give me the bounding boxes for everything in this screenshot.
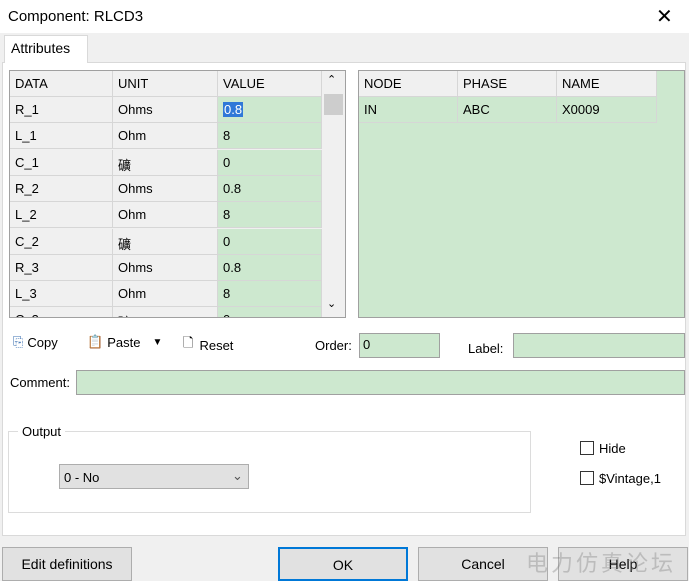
- column-header[interactable]: PHASE: [458, 71, 557, 97]
- hide-label: Hide: [599, 441, 626, 456]
- window-title: Component: RLCD3: [8, 8, 144, 25]
- column-header[interactable]: NAME: [557, 71, 657, 97]
- table-cell: Ohm: [113, 123, 218, 150]
- table-cell[interactable]: IN: [359, 97, 458, 123]
- table-cell: L_3: [10, 281, 113, 308]
- tab-attributes[interactable]: Attributes: [4, 35, 88, 63]
- edit-definitions-button[interactable]: Edit definitions: [2, 547, 132, 581]
- dropdown-arrow-icon[interactable]: ▼: [152, 337, 162, 348]
- column-header[interactable]: DATA: [10, 71, 113, 97]
- table-cell: 礦: [113, 307, 218, 317]
- column-header[interactable]: UNIT: [113, 71, 218, 97]
- ok-button[interactable]: OK: [278, 547, 408, 581]
- scroll-up-icon[interactable]: ⌃: [327, 73, 336, 86]
- selected-text[interactable]: 0.8: [223, 102, 244, 117]
- table-cell: Ohms: [113, 254, 218, 281]
- value-cell[interactable]: 0: [218, 149, 322, 176]
- table-cell[interactable]: ABC: [458, 97, 557, 123]
- column-header[interactable]: NODE: [359, 71, 458, 97]
- table-cell[interactable]: X0009: [557, 97, 657, 123]
- value-cell[interactable]: 0.8: [218, 97, 322, 123]
- table-cell: 礦: [113, 149, 218, 176]
- scroll-down-icon[interactable]: ⌄: [327, 297, 336, 310]
- copy-icon: ⎘: [13, 334, 24, 349]
- label-input[interactable]: [513, 333, 685, 358]
- value-cell[interactable]: 8: [218, 202, 322, 229]
- grid-scrollbar[interactable]: ⌃ ⌄: [322, 71, 345, 317]
- value-cell[interactable]: 0.8: [218, 175, 322, 202]
- paste-icon: 📋: [87, 334, 104, 349]
- hide-checkbox[interactable]: [580, 441, 594, 455]
- label-label: Label:: [468, 341, 504, 356]
- table-cell: Ohms: [113, 175, 218, 202]
- comment-label: Comment:: [10, 375, 70, 390]
- table-cell: L_1: [10, 123, 113, 150]
- value-cell[interactable]: 0: [218, 228, 322, 255]
- output-select[interactable]: 0 - No ⌄: [59, 464, 249, 489]
- output-legend: Output: [18, 424, 66, 439]
- help-button[interactable]: Help: [558, 547, 688, 581]
- table-cell: 礦: [113, 228, 218, 255]
- table-cell: R_1: [10, 97, 113, 123]
- table-cell: C_1: [10, 149, 113, 176]
- node-grid[interactable]: NODE PHASE NAME IN ABC X0009: [358, 70, 685, 318]
- close-icon[interactable]: ✕: [656, 4, 673, 29]
- order-input[interactable]: 0: [359, 333, 440, 358]
- copy-button[interactable]: ⎘ Copy: [13, 334, 58, 350]
- value-cell[interactable]: 8: [218, 123, 322, 150]
- vintage-label: $Vintage,1: [599, 471, 661, 486]
- scroll-thumb[interactable]: [324, 94, 343, 115]
- document-icon: 🗋: [183, 335, 194, 350]
- value-cell[interactable]: 0.8: [218, 254, 322, 281]
- data-grid[interactable]: DATA UNIT VALUE R_1 Ohms 0.8 L_1 Ohm 8 C_1 礦 0 R_2 Oh…: [9, 70, 346, 318]
- table-cell: L_2: [10, 202, 113, 229]
- reset-button[interactable]: 🗋 Reset: [183, 334, 233, 356]
- table-cell: Ohm: [113, 281, 218, 308]
- chevron-down-icon: ⌄: [232, 468, 243, 483]
- table-cell: Ohm: [113, 202, 218, 229]
- comment-input[interactable]: [76, 370, 685, 395]
- column-header[interactable]: VALUE: [218, 71, 322, 97]
- table-cell: C_2: [10, 228, 113, 255]
- table-cell: R_3: [10, 254, 113, 281]
- order-label: Order:: [315, 338, 352, 353]
- table-cell: R_2: [10, 175, 113, 202]
- table-cell: Ohms: [113, 97, 218, 123]
- paste-button[interactable]: 📋 Paste ▼: [87, 334, 162, 350]
- cancel-button[interactable]: Cancel: [418, 547, 548, 581]
- vintage-checkbox[interactable]: [580, 471, 594, 485]
- value-cell[interactable]: 0: [218, 307, 322, 317]
- value-cell[interactable]: 8: [218, 281, 322, 308]
- table-cell: C_3: [10, 307, 113, 317]
